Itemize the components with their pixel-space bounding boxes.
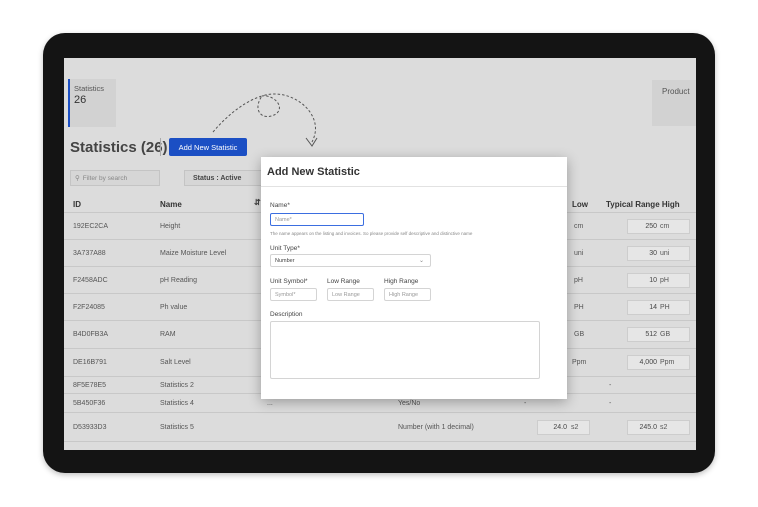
low-range-label: Low Range — [327, 278, 360, 285]
unit-symbol-label: Unit Symbol* — [270, 278, 308, 285]
low-range-input[interactable]: Low Range — [327, 288, 374, 301]
unit-symbol-placeholder: Symbol* — [275, 291, 296, 298]
unit-type-select[interactable]: Number ⌄ — [270, 254, 431, 267]
high-range-input[interactable]: High Range — [384, 288, 431, 301]
unit-type-label: Unit Type* — [270, 245, 300, 252]
unit-type-value: Number — [275, 257, 295, 264]
low-range-placeholder: Low Range — [332, 291, 360, 298]
chevron-down-icon: ⌄ — [418, 258, 424, 264]
unit-symbol-input[interactable]: Symbol* — [270, 288, 317, 301]
description-textarea[interactable] — [270, 321, 540, 379]
name-field-label: Name* — [270, 202, 290, 209]
name-input[interactable]: Name* — [270, 213, 364, 226]
high-range-label: High Range — [384, 278, 419, 285]
name-input-placeholder: Name* — [275, 216, 292, 223]
add-statistic-modal: Add New Statistic Name* Name* The name a… — [261, 157, 567, 399]
description-label: Description — [270, 311, 303, 318]
high-range-placeholder: High Range — [389, 291, 419, 298]
modal-title: Add New Statistic — [261, 157, 567, 187]
name-hint: The name appears on the listing and invo… — [270, 231, 473, 236]
